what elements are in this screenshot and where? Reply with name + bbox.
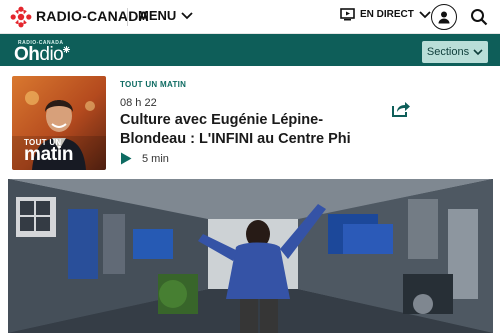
menu-button[interactable]: MENU [138, 8, 193, 23]
episode-time: 08 h 22 [120, 97, 157, 109]
header-divider [127, 8, 128, 26]
play-icon[interactable] [120, 152, 132, 165]
chevron-down-icon [473, 48, 483, 55]
thumbnail-title-main: matin [24, 144, 74, 165]
play-episode[interactable]: 5 min [120, 152, 169, 165]
show-name-link[interactable]: TOUT UN MATIN [120, 80, 186, 89]
live-label: EN DIRECT [360, 9, 414, 20]
search-icon[interactable] [470, 8, 488, 26]
live-button[interactable]: EN DIRECT [340, 8, 431, 21]
ohdio-logo[interactable]: Ohdio [14, 44, 71, 66]
radio-canada-logo-icon[interactable] [10, 6, 32, 28]
episode-title: Culture avec Eugénie Lépine-Blondeau : L… [120, 112, 351, 147]
tv-live-icon [340, 8, 355, 21]
show-thumbnail[interactable]: TOUT UN matin [12, 76, 106, 170]
episode-duration: 5 min [142, 152, 169, 165]
chevron-down-icon [181, 11, 193, 19]
ohdio-star-icon [63, 46, 71, 53]
user-account-button[interactable] [431, 4, 457, 30]
ohdio-logo-oh: Oh [14, 44, 40, 65]
sections-button[interactable]: Sections [422, 41, 488, 63]
brand-name[interactable]: RADIO-CANADA [36, 8, 149, 24]
site-header: RADIO-CANADA MENU EN DIRECT [0, 0, 500, 34]
chevron-down-icon [419, 10, 431, 18]
space-station-image [8, 179, 493, 333]
sections-label: Sections [426, 46, 470, 58]
menu-label: MENU [138, 8, 177, 23]
episode-hero-image [8, 179, 493, 333]
user-icon [438, 11, 450, 24]
ohdio-logo-dio: dio [39, 44, 64, 65]
share-icon[interactable] [391, 100, 411, 118]
